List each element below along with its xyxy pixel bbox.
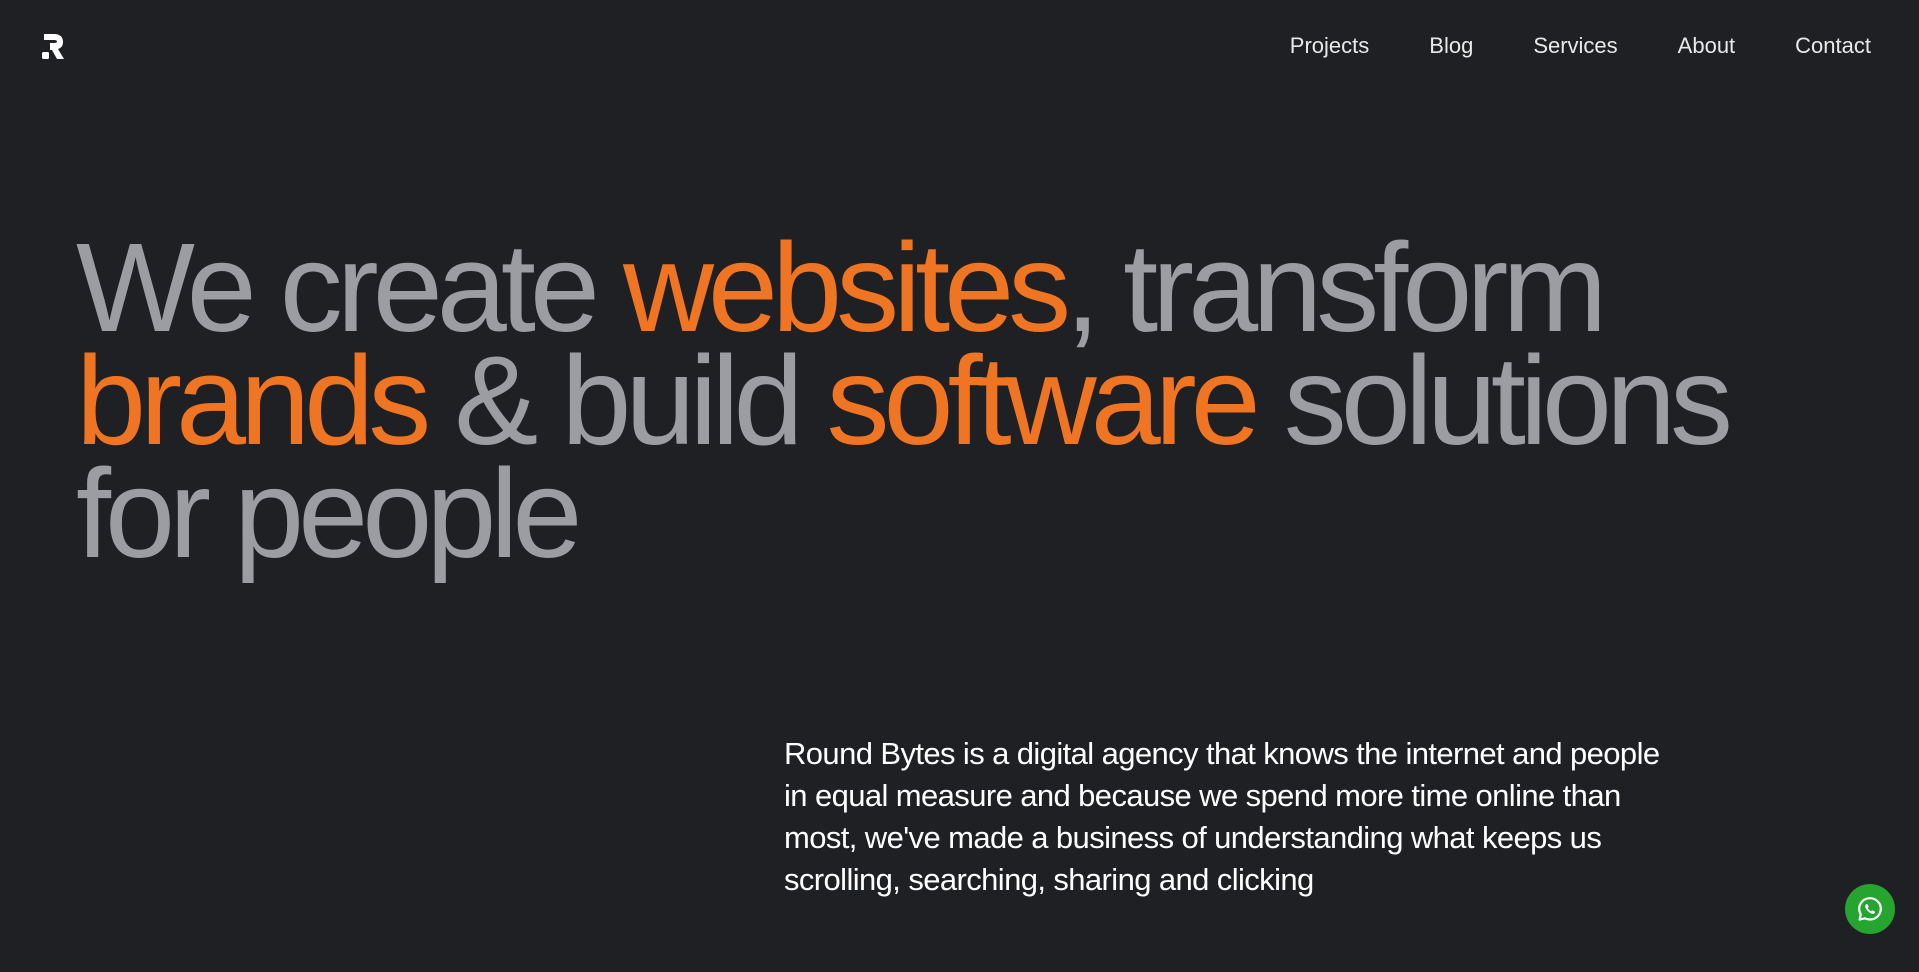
site-header: Projects Blog Services About Contact <box>0 0 1919 92</box>
hero-line-2: brands & build software solutions <box>76 338 1776 464</box>
nav-link-services[interactable]: Services <box>1533 31 1617 61</box>
hero-headline: We create websites, transform brands & b… <box>76 225 1776 577</box>
hero-text: solutions <box>1254 330 1733 471</box>
hero-line-3: for people <box>76 451 1776 577</box>
whatsapp-chat-button[interactable] <box>1845 884 1895 934</box>
hero-line-1: We create websites, transform <box>76 225 1776 351</box>
whatsapp-icon <box>1858 897 1882 921</box>
nav-link-blog[interactable]: Blog <box>1429 31 1473 61</box>
intro-paragraph: Round Bytes is a digital agency that kno… <box>784 736 1660 897</box>
nav-link-about[interactable]: About <box>1678 31 1736 61</box>
hero-text: for people <box>76 443 582 584</box>
hero-accent-software: software <box>826 330 1261 471</box>
main-nav: Projects Blog Services About Contact <box>1230 31 1871 61</box>
nav-link-projects[interactable]: Projects <box>1290 31 1369 61</box>
round-bytes-logo-icon <box>42 34 64 59</box>
nav-link-contact[interactable]: Contact <box>1795 31 1871 61</box>
